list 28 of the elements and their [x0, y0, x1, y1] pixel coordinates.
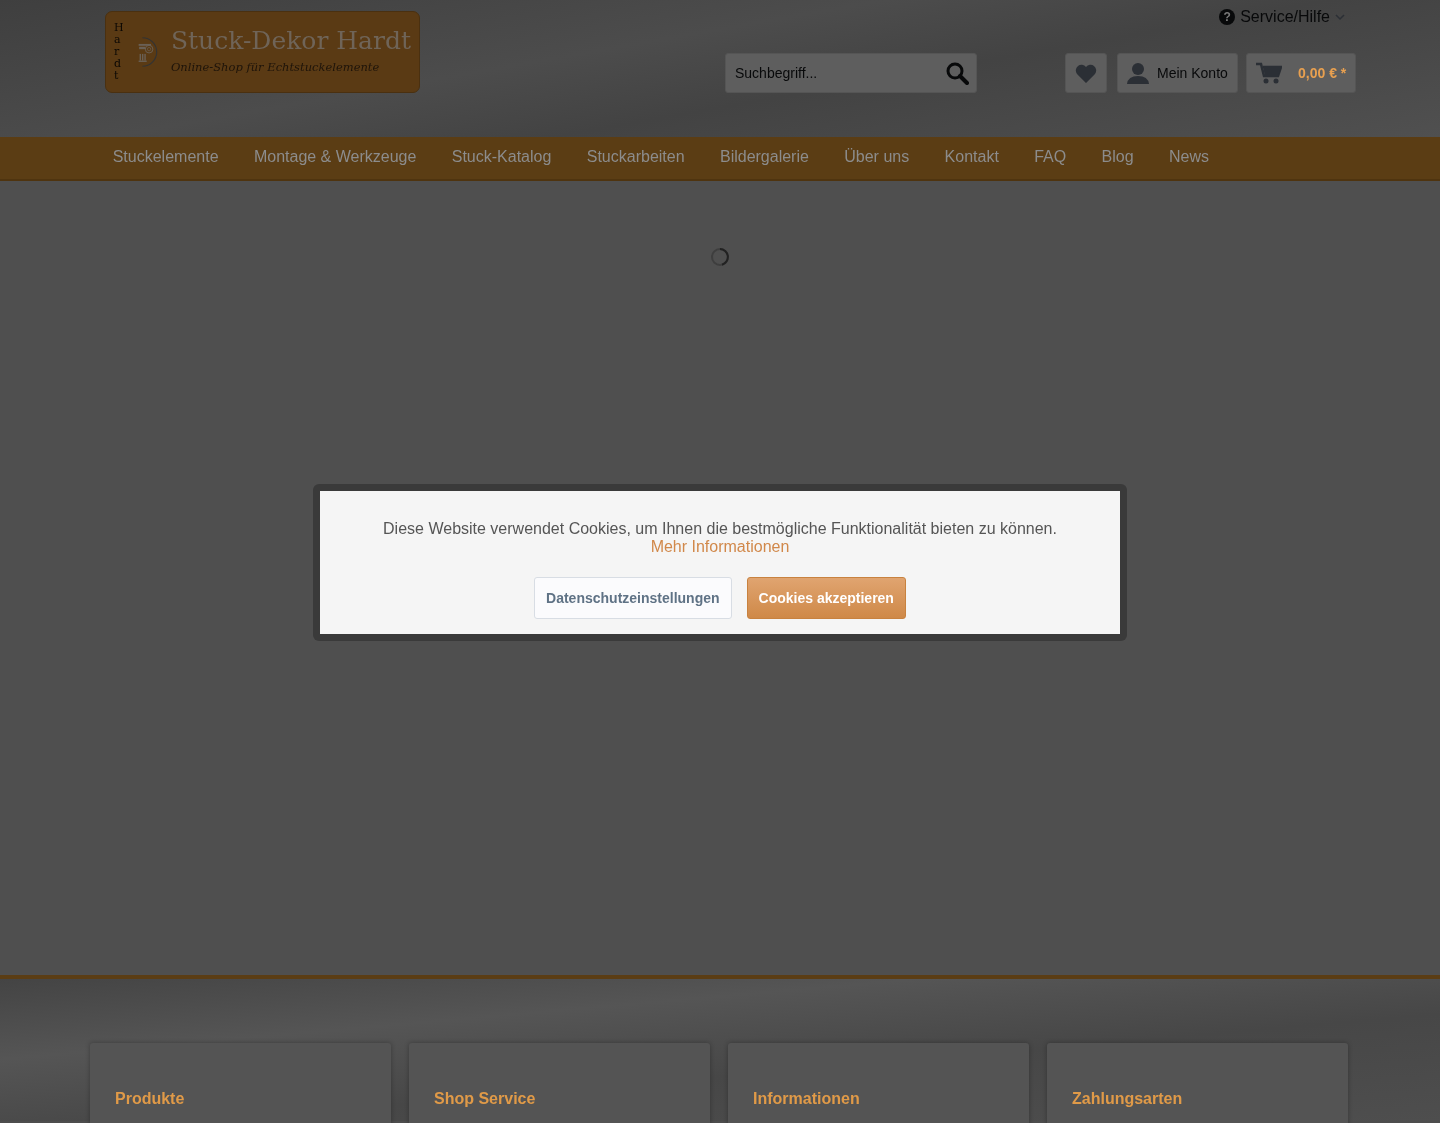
more-info-link[interactable]: Mehr Informationen: [650, 538, 790, 556]
nav-link[interactable]: Stuckarbeiten: [569, 137, 703, 179]
cookie-message: Diese Website verwendet Cookies, um Ihnen die bestmögliche Funktionalität bieten zu können.: [383, 520, 1057, 538]
service-menu[interactable]: ? Service/Hilfe: [1219, 5, 1345, 29]
search-field[interactable]: Suchbegriff...: [725, 53, 977, 93]
nav-link[interactable]: Über uns: [826, 137, 927, 179]
logo[interactable]: Hardt Stuck-Dekor Hardt Online-Shop für Echtstuckelemente: [105, 11, 420, 93]
nav-link[interactable]: Bildergalerie: [702, 137, 827, 179]
logo-title: Stuck-Dekor Hardt: [170, 27, 411, 53]
nav-link[interactable]: Stuck-Katalog: [434, 137, 570, 179]
help-icon: ?: [1219, 9, 1236, 25]
footer-heading: Zahlungsarten: [1072, 1089, 1184, 1109]
cart-button[interactable]: 0,00 € *: [1246, 53, 1357, 93]
nav-link[interactable]: Stuckelemente: [95, 137, 237, 179]
privacy-settings-button[interactable]: Datenschutzeinstellungen: [534, 577, 732, 619]
accept-cookies-button[interactable]: Cookies akzeptieren: [746, 577, 906, 619]
account-button[interactable]: Mein Konto: [1117, 53, 1238, 93]
cart-total: 0,00 € *: [1298, 63, 1347, 83]
footer-heading: Informationen: [753, 1089, 861, 1109]
nav-link[interactable]: Kontakt: [926, 137, 1017, 179]
logo-tagline: Online-Shop für Echtstuckelemente: [170, 58, 381, 76]
footer-heading: Shop Service: [434, 1089, 537, 1109]
nav-link[interactable]: Montage & Werkzeuge: [236, 137, 435, 179]
nav-link[interactable]: News: [1151, 137, 1227, 179]
nav-link[interactable]: Blog: [1083, 137, 1152, 179]
footer-heading: Produkte: [115, 1089, 186, 1109]
logo-vertical-text: Hardt: [114, 21, 124, 83]
nav-link[interactable]: FAQ: [1016, 137, 1084, 179]
